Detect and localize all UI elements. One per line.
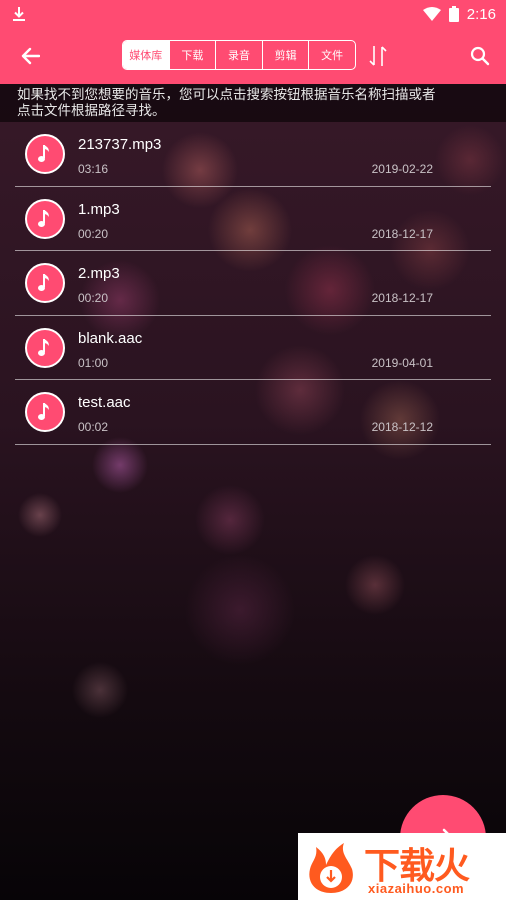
back-button[interactable] bbox=[16, 42, 44, 70]
tab-edit[interactable]: 剪辑 bbox=[261, 41, 309, 69]
file-name: test.aac bbox=[78, 394, 131, 411]
file-date: 2019-04-01 bbox=[371, 355, 433, 370]
download-icon bbox=[13, 7, 25, 21]
source-tabs: 媒体库 下载 录音 剪辑 文件 bbox=[122, 40, 356, 70]
music-note-icon bbox=[25, 392, 65, 432]
file-duration: 01:00 bbox=[78, 355, 109, 370]
file-name: 213737.mp3 bbox=[78, 136, 162, 153]
music-note-icon bbox=[25, 198, 65, 239]
audio-file-list: 213737.mp3 03:16 2019-02-22 1.mp3 00:20 … bbox=[15, 122, 491, 445]
tab-download[interactable]: 下载 bbox=[168, 41, 216, 69]
search-button[interactable] bbox=[466, 42, 494, 70]
sort-icon bbox=[369, 46, 387, 66]
watermark-url: xiazaihuo.com bbox=[368, 881, 465, 896]
list-item[interactable]: blank.aac 01:00 2019-04-01 bbox=[15, 316, 491, 380]
wifi-icon bbox=[422, 7, 441, 21]
file-duration: 00:20 bbox=[78, 226, 109, 241]
list-item[interactable]: 213737.mp3 03:16 2019-02-22 bbox=[15, 122, 491, 187]
tab-media-library[interactable]: 媒体库 bbox=[123, 41, 169, 69]
tab-recording[interactable]: 录音 bbox=[215, 41, 262, 69]
file-date: 2018-12-12 bbox=[371, 420, 433, 434]
list-item[interactable]: test.aac 00:02 2018-12-12 bbox=[15, 380, 491, 445]
status-bar: 2:16 bbox=[0, 0, 506, 28]
file-date: 2018-12-17 bbox=[371, 291, 433, 305]
back-arrow-icon bbox=[21, 47, 40, 65]
hint-line-2: 点击文件根据路径寻找。 bbox=[17, 103, 166, 119]
file-duration: 00:02 bbox=[78, 420, 109, 434]
list-item[interactable]: 2.mp3 00:20 2018-12-17 bbox=[15, 251, 491, 316]
music-note-icon bbox=[25, 327, 65, 368]
file-duration: 03:16 bbox=[78, 162, 109, 176]
file-date: 2018-12-17 bbox=[371, 226, 433, 241]
status-time: 2:16 bbox=[466, 5, 496, 23]
flame-logo-icon bbox=[309, 843, 353, 893]
search-icon bbox=[470, 46, 490, 66]
file-name: 1.mp3 bbox=[78, 200, 120, 218]
file-name: blank.aac bbox=[78, 329, 143, 347]
tab-file[interactable]: 文件 bbox=[308, 41, 355, 69]
watermark: 下载火 xiazaihuo.com bbox=[298, 833, 506, 900]
app-bar: 媒体库 下载 录音 剪辑 文件 bbox=[0, 28, 506, 84]
hint-banner: 如果找不到您想要的音乐，您可以点击搜索按钮根据音乐名称扫描或者 点击文件根据路径… bbox=[0, 84, 506, 122]
hint-line-1: 如果找不到您想要的音乐，您可以点击搜索按钮根据音乐名称扫描或者 bbox=[17, 87, 436, 103]
battery-icon bbox=[448, 6, 459, 22]
file-duration: 00:20 bbox=[78, 291, 109, 305]
file-name: 2.mp3 bbox=[78, 265, 120, 282]
sort-button[interactable] bbox=[364, 42, 392, 70]
music-note-icon bbox=[25, 134, 65, 174]
music-note-icon bbox=[25, 263, 65, 303]
file-date: 2019-02-22 bbox=[371, 162, 433, 176]
list-item[interactable]: 1.mp3 00:20 2018-12-17 bbox=[15, 187, 491, 251]
